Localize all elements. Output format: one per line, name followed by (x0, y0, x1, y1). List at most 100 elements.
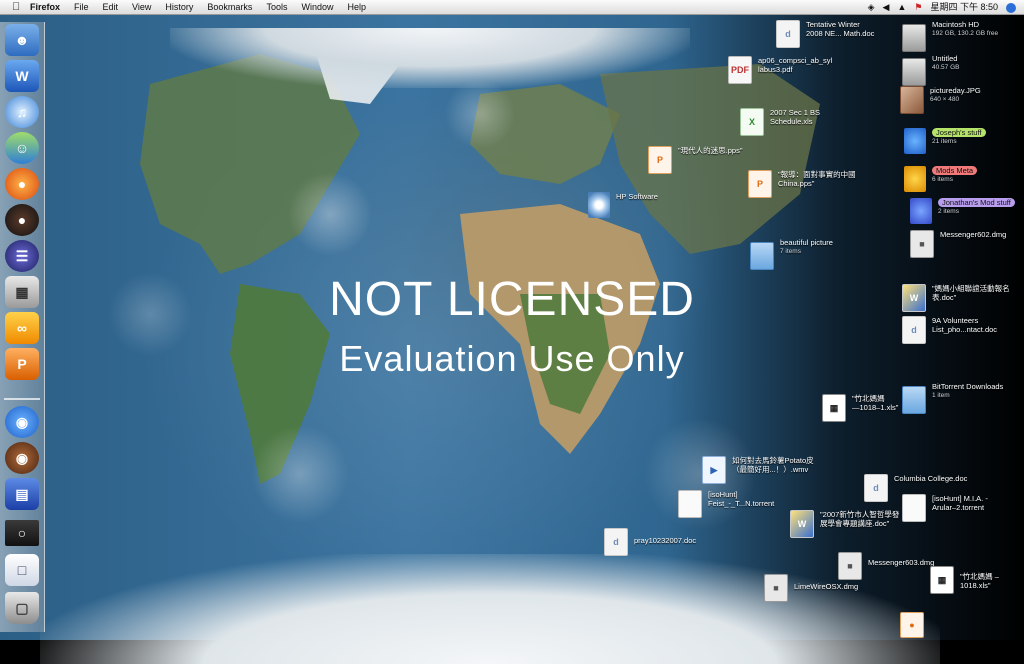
desktop-file-isohunt1[interactable]: [isoHunt] Feist_-_T...N.torrent (678, 490, 774, 518)
pdf-icon: PDF (728, 56, 752, 84)
folder-stack-icon[interactable]: ▤ (5, 478, 39, 510)
folder-label: Joseph's stuff (932, 128, 986, 137)
apple-menu-icon[interactable]:  (12, 0, 20, 14)
clock[interactable]: 星期四 下午 8:50 (930, 0, 998, 14)
trash-icon[interactable]: ▢ (5, 592, 39, 624)
file-name: 9A Volunteers (932, 316, 979, 325)
excel-icon: ▦ (930, 566, 954, 594)
folder-icon (902, 386, 926, 414)
word-doc-icon: d (864, 474, 888, 502)
eclipse-icon[interactable]: ☰ (5, 240, 39, 272)
folder-count: 6 items (932, 176, 953, 183)
word-icon[interactable]: W (5, 60, 39, 92)
monster-folder-icon (910, 198, 932, 224)
desktop-file-volunteers[interactable]: d 9A Volunteers List_pho...ntact.doc (902, 316, 997, 344)
monster-folder-icon (904, 166, 926, 192)
desktop-file-bottom-cluster[interactable]: ● (900, 612, 924, 638)
desktop-file-pps2[interactable]: P "報導：面對事實的中國 China.pps" (748, 170, 856, 198)
desktop-file-mama[interactable]: W "媽媽小組聯誼活動報名 表.doc" (902, 284, 1010, 312)
desktop-folder-bittorrent[interactable]: BitTorrent Downloads 1 item (902, 382, 1003, 414)
file-name-2: —1018–1.xls" (852, 403, 899, 412)
desktop-file-zhubei[interactable]: ▦ "竹北媽媽 —1018–1.xls" (822, 394, 898, 422)
file-name: [isoHunt] M.I.A. - (932, 494, 988, 503)
desktop-folder-josephs[interactable]: Joseph's stuff 21 items (904, 128, 986, 154)
desktop-drive-untitled[interactable]: Untitled 40.57 GB (902, 54, 959, 86)
file-name-2: China.pps" (778, 179, 815, 188)
powerpoint-icon[interactable]: P (5, 348, 39, 380)
desktop-file-pps1[interactable]: P "現代人的迷思.pps" (648, 146, 743, 174)
menu-help[interactable]: Help (347, 0, 366, 14)
firefox-icon[interactable]: ● (5, 168, 39, 200)
desktop-folder-jonathans[interactable]: Jonathan's Mod stuff 2 items (910, 198, 1015, 224)
powerpoint-file-icon: P (748, 170, 772, 198)
file-name: "竹北媽媽 (852, 394, 885, 403)
file-name-2: labus3.pdf (758, 65, 793, 74)
file-name: Tentative Winter (806, 20, 860, 29)
desktop-file-zhubei2[interactable]: ▦ "竹北媽媽 – 1018.xls" (930, 566, 1024, 594)
desktop-drive-macintosh-hd[interactable]: Macintosh HD 192 GB, 130.2 GB free (902, 20, 998, 52)
office-icon[interactable]: ∞ (5, 312, 39, 344)
itunes-icon[interactable]: ♫ (5, 96, 39, 128)
volume-icon[interactable]: ◀ (883, 0, 890, 14)
menu-history[interactable]: History (165, 0, 193, 14)
video-file-icon: ▶ (702, 456, 726, 484)
desktop-file-sec1[interactable]: X 2007 Sec 1 BS Schedule.xls (740, 108, 820, 136)
word-doc-icon: W (790, 510, 814, 538)
stuffit-icon[interactable]: ◉ (5, 442, 39, 474)
desktop-file-pictureday[interactable]: pictureday.JPG 640 × 480 (900, 86, 981, 114)
folder-count: 2 items (938, 208, 959, 215)
wifi-icon[interactable]: ◈ (868, 0, 875, 14)
hard-drive-icon (902, 24, 926, 52)
desktop-file-isohunt2[interactable]: [isoHunt] M.I.A. - Arular–2.torrent (902, 494, 988, 522)
desktop-file-ap06[interactable]: PDF ap06_compsci_ab_syl labus3.pdf (728, 56, 832, 84)
desktop-disk-hp-software[interactable]: HP Software (588, 192, 658, 218)
desktop-folder-beautiful[interactable]: beautiful picture 7 items (750, 238, 833, 270)
desktop-file-pray[interactable]: d pray10232007.doc (604, 528, 696, 556)
document-icon[interactable]: □ (5, 554, 39, 586)
powerpoint-file-icon: ● (900, 612, 924, 638)
menu-list: Firefox File Edit View History Bookmarks… (30, 0, 380, 14)
menu-file[interactable]: File (74, 0, 89, 14)
menu-view[interactable]: View (132, 0, 151, 14)
file-name: Columbia College.doc (894, 474, 968, 483)
eject-icon[interactable]: ▲ (897, 0, 906, 14)
menu-app-name[interactable]: Firefox (30, 0, 60, 14)
drive-info: 40.57 GB (932, 64, 960, 71)
watermark-title: NOT LICENSED (329, 273, 695, 326)
monster-icon[interactable]: ◉ (5, 406, 39, 438)
desktop-file-zhuren[interactable]: W "2007新竹市人智哲學發 展學會專題講座.doc" (790, 510, 899, 538)
folder-name: beautiful picture (780, 238, 833, 247)
menu-bookmarks[interactable]: Bookmarks (207, 0, 252, 14)
torrent-file-icon (902, 494, 926, 522)
menu-edit[interactable]: Edit (103, 0, 119, 14)
desktop-file-potato[interactable]: ▶ 如何對去馬鈴薯Potato皮 （最簡好用...！）.wmv (702, 456, 814, 484)
desktop-folder-mods[interactable]: Mods Meta 6 items (904, 166, 978, 192)
menu-window[interactable]: Window (301, 0, 333, 14)
image-size: 640 × 480 (930, 96, 960, 103)
finder-icon[interactable]: ☻ (5, 24, 39, 56)
menu-tools[interactable]: Tools (266, 0, 287, 14)
file-name: "現代人的迷思.pps" (678, 146, 743, 155)
adium-icon[interactable]: ● (5, 204, 39, 236)
file-name-2: 展學會專題講座.doc" (820, 519, 890, 528)
desktop-file-limewire[interactable]: ■ LimeWireOSX.dmg (764, 574, 858, 602)
disk-image-icon: ■ (764, 574, 788, 602)
file-name: [isoHunt] (708, 490, 738, 499)
desktop-file-tentative[interactable]: d Tentative Winter 2008 NE... Math.doc (776, 20, 874, 48)
file-name: "報導：面對事實的中國 (778, 170, 856, 179)
folder-label: Mods Meta (932, 166, 978, 175)
calculator-icon[interactable]: ▦ (5, 276, 39, 308)
msn-messenger-icon[interactable]: ☺ (5, 132, 39, 164)
flag-icon[interactable]: ⚑ (914, 0, 922, 14)
hard-drive-icon (902, 58, 926, 86)
desktop-file-messenger602[interactable]: ■ Messenger602.dmg (910, 230, 1006, 258)
disk-image-icon: ■ (910, 230, 934, 258)
drive-name: Untitled (932, 54, 958, 63)
file-name: "2007新竹市人智哲學發 (820, 510, 900, 519)
file-name-2: 表.doc" (932, 293, 957, 302)
file-name-2: Feist_-_T...N.torrent (708, 499, 775, 508)
spotlight-icon[interactable] (1006, 3, 1016, 13)
firefox-window-icon[interactable]: ○ (5, 520, 39, 546)
file-name: "媽媽小組聯誼活動報名 (932, 284, 1010, 293)
file-name: 2007 Sec 1 BS (770, 108, 821, 117)
